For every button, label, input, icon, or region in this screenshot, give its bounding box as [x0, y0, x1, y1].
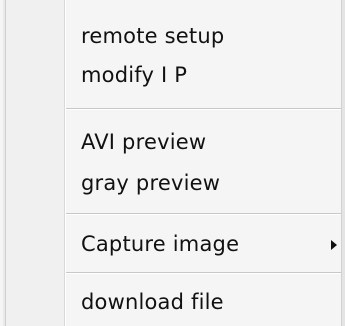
menu-item-label: remote setup: [81, 24, 225, 48]
menu-item-label: Capture image: [81, 232, 240, 256]
menu-separator: [66, 213, 341, 215]
menu-item-download-file[interactable]: download file: [66, 285, 341, 319]
menu-item-label: AVI preview: [81, 130, 207, 154]
context-menu: remote setup modify I P AVI preview gray…: [0, 0, 345, 326]
menu-item-label: modify I P: [81, 63, 188, 87]
menu-item-avi-preview[interactable]: AVI preview: [66, 125, 341, 159]
menu-item-capture-image[interactable]: Capture image: [66, 227, 341, 261]
menu-icon-gutter: [6, 0, 64, 326]
menu-separator: [66, 272, 341, 274]
menu-item-label: gray preview: [81, 171, 221, 195]
menu-item-modify-ip[interactable]: modify I P: [66, 58, 341, 92]
menu-right-border: [341, 0, 345, 326]
menu-separator: [66, 108, 341, 110]
menu-item-gray-preview[interactable]: gray preview: [66, 166, 341, 200]
menu-item-remote-setup[interactable]: remote setup: [66, 19, 341, 53]
menu-item-label: download file: [81, 290, 224, 314]
chevron-right-icon: [331, 240, 337, 250]
